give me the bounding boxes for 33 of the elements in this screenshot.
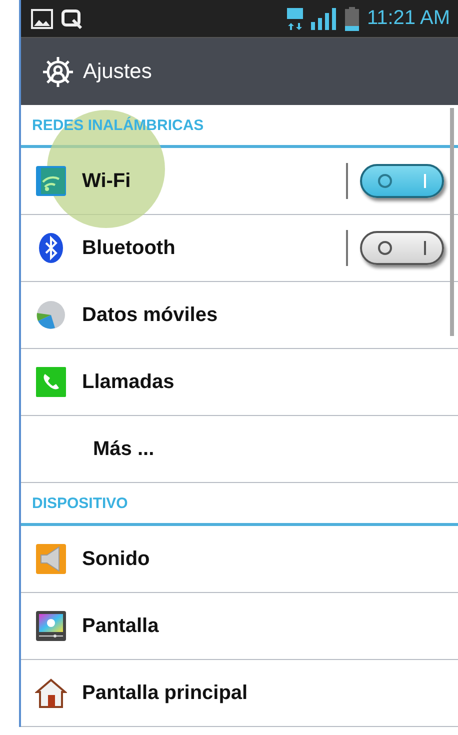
search-icon: [61, 8, 83, 28]
item-label: Bluetooth: [82, 236, 176, 260]
screen-title: Ajustes: [83, 60, 152, 84]
section-header: REDES INALÁMBRICAS: [32, 116, 204, 134]
settings-icon: [41, 54, 75, 88]
speaker-icon: [35, 543, 67, 575]
status-time: 11:21 AM: [366, 7, 450, 30]
data-network-icon: [286, 8, 303, 30]
display-icon: [35, 610, 67, 642]
house-icon: [35, 677, 67, 709]
signal-icon: [310, 8, 337, 30]
item-label: Más ...: [93, 438, 156, 460]
item-label: Llamadas: [82, 370, 176, 394]
toggle-switch[interactable]: [360, 164, 444, 198]
settings-item[interactable]: Llamadas: [21, 349, 458, 416]
settings-item[interactable]: Pantalla: [21, 593, 458, 660]
item-label: Sonido: [82, 548, 151, 570]
pie-chart-icon: [35, 299, 67, 331]
item-label: Pantalla: [82, 614, 160, 638]
phone-icon: [35, 366, 67, 398]
section-header: DISPOSITIVO: [32, 494, 128, 512]
toggle-switch[interactable]: [360, 231, 444, 265]
item-label: Pantalla principal: [82, 682, 249, 704]
settings-item[interactable]: Pantalla principal: [21, 660, 458, 727]
wifi-icon: [35, 165, 67, 197]
settings-item[interactable]: Más ...: [21, 416, 458, 483]
image-icon: [31, 8, 53, 28]
settings-item[interactable]: Wi-Fi: [21, 148, 458, 215]
battery-icon: [344, 6, 359, 30]
item-label: Datos móviles: [82, 304, 219, 326]
settings-item[interactable]: Bluetooth: [21, 215, 458, 282]
item-label: Wi-Fi: [82, 170, 132, 192]
settings-item[interactable]: Sonido: [21, 526, 458, 593]
